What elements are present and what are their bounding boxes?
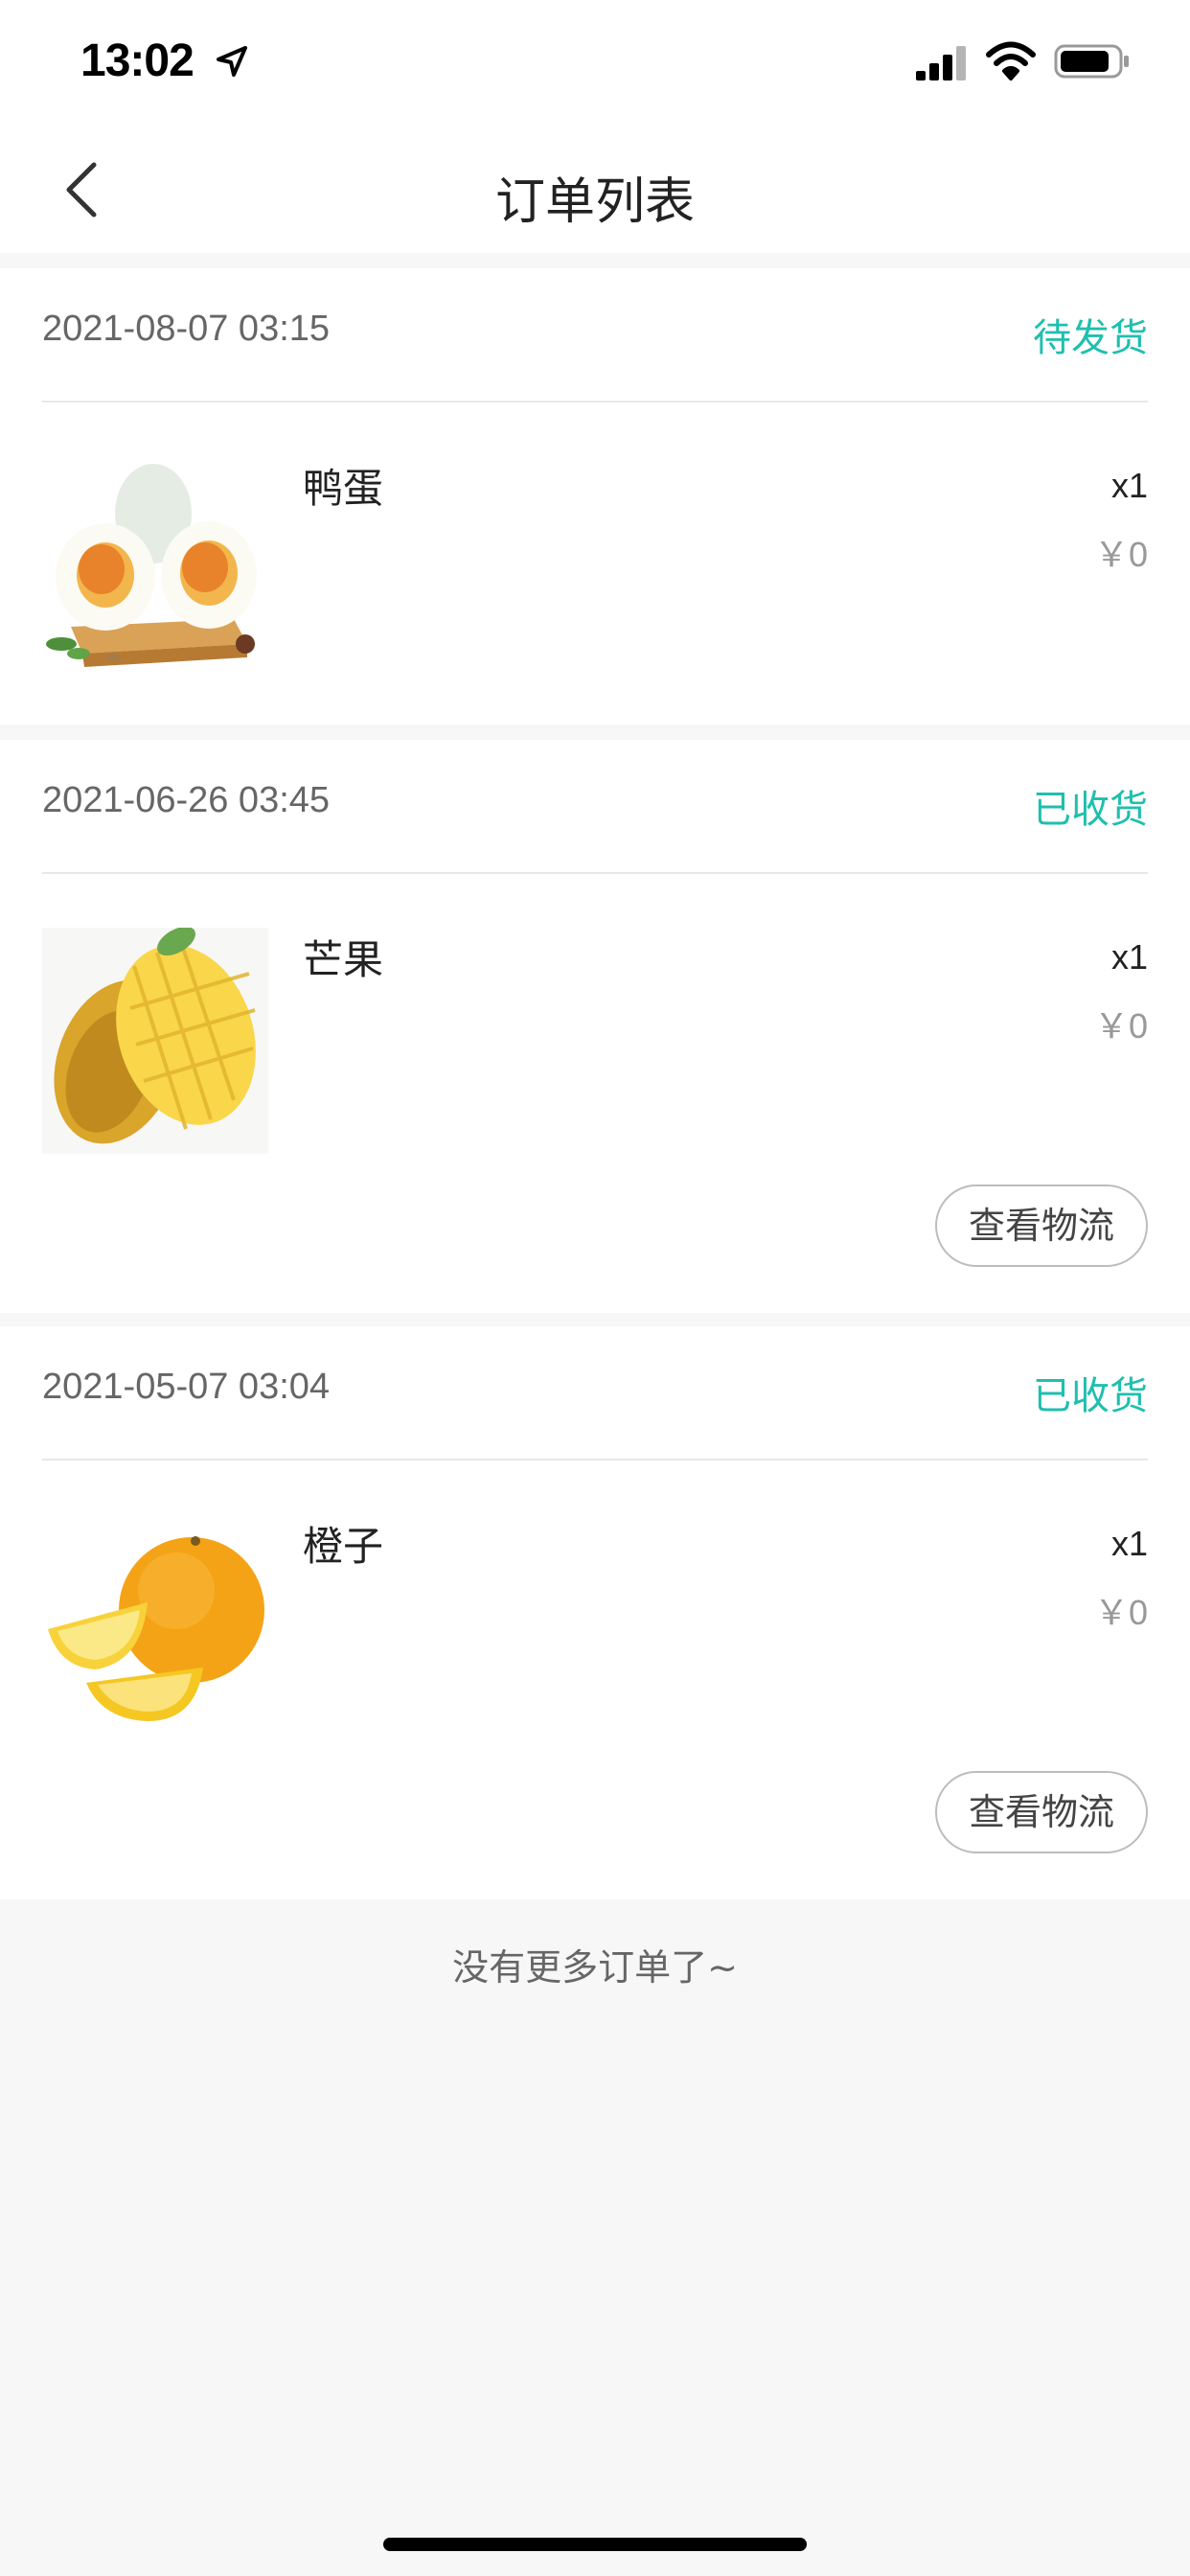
product-name: 鸭蛋	[303, 465, 384, 512]
product-quantity: x1	[1110, 937, 1148, 977]
product-name: 橙子	[303, 1523, 384, 1570]
wifi-icon	[986, 41, 1036, 80]
view-logistics-button[interactable]: 查看物流	[935, 1771, 1148, 1853]
status-time: 13:02	[80, 35, 195, 86]
duck-egg-image	[46, 464, 257, 667]
order-status: 已收货	[1033, 1374, 1148, 1418]
order-card[interactable]: 2021-08-07 03:15 待发货 鸭蛋 x1 ￥0	[0, 268, 1190, 724]
product-price: ￥0	[1093, 1006, 1148, 1046]
nav-bar: 订单列表	[0, 126, 1190, 253]
order-card[interactable]: 2021-06-26 03:45 已收货 芒果 x1 ￥0 查看物流	[0, 740, 1190, 1313]
page-title: 订单列表	[494, 173, 695, 231]
no-more-orders-text: 没有更多订单了~	[452, 1946, 738, 1989]
status-bar: 13:02	[0, 0, 1190, 126]
order-status: 已收货	[1033, 788, 1148, 832]
location-arrow-icon	[217, 46, 247, 77]
product-quantity: x1	[1110, 1524, 1148, 1563]
orange-image	[48, 1536, 264, 1721]
divider	[42, 401, 1148, 402]
product-quantity: x1	[1110, 466, 1148, 505]
order-card[interactable]: 2021-05-07 03:04 已收货 橙子 x1 ￥0 查看物流	[0, 1326, 1190, 1899]
order-status: 待发货	[1033, 316, 1148, 360]
divider	[42, 1459, 1148, 1460]
order-date: 2021-08-07 03:15	[42, 309, 331, 349]
mango-image	[42, 928, 268, 1154]
product-name: 芒果	[303, 936, 384, 983]
order-date: 2021-06-26 03:45	[42, 780, 331, 820]
product-price: ￥0	[1093, 535, 1148, 574]
view-logistics-button[interactable]: 查看物流	[935, 1184, 1148, 1267]
divider	[42, 872, 1148, 874]
home-indicator	[383, 2538, 807, 2551]
cellular-signal-icon	[916, 46, 966, 80]
order-date: 2021-05-07 03:04	[42, 1367, 331, 1407]
product-price: ￥0	[1093, 1593, 1148, 1632]
battery-icon	[1054, 44, 1129, 79]
